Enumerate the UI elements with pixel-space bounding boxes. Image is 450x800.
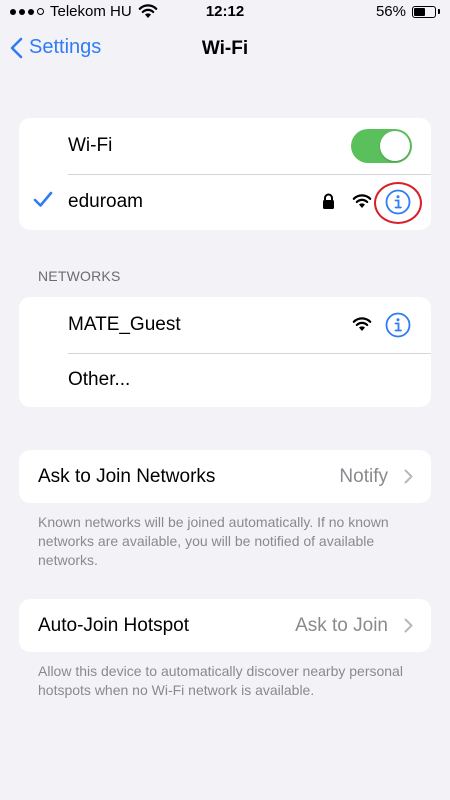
highlight-annotation-circle (374, 182, 422, 224)
networks-section-header: NETWORKS (38, 268, 121, 284)
auto-join-row[interactable]: Auto-Join Hotspot Ask to Join (19, 599, 431, 652)
auto-join-footnote: Allow this device to automatically disco… (38, 663, 403, 698)
status-right: 56% (376, 3, 440, 20)
network-name: Other... (68, 369, 131, 390)
networks-card: MATE_Guest Other... (19, 297, 431, 407)
wifi-signal-icon (352, 194, 372, 208)
network-name: MATE_Guest (68, 314, 181, 335)
wifi-toggle[interactable] (351, 129, 412, 163)
ask-to-join-card: Ask to Join Networks Notify (19, 450, 431, 503)
lock-icon (323, 193, 334, 209)
page-title: Wi-Fi (201, 38, 249, 59)
checkmark-icon (33, 191, 53, 207)
wifi-toggle-label: Wi-Fi (68, 135, 113, 156)
wifi-signal-icon (352, 317, 372, 331)
ask-to-join-footnote: Known networks will be joined automatica… (38, 514, 389, 568)
navigation-bar: Settings Wi-Fi (0, 26, 450, 74)
toggle-knob (380, 131, 410, 161)
ask-to-join-label: Ask to Join Networks (38, 465, 216, 487)
battery-fill (414, 7, 425, 16)
battery-percent: 56% (375, 3, 406, 20)
ask-to-join-value: Notify (339, 465, 388, 487)
auto-join-value: Ask to Join (295, 614, 388, 636)
status-bar: Telekom HU 12:12 56% (0, 0, 450, 26)
auto-join-label: Auto-Join Hotspot (38, 614, 190, 636)
network-row-other[interactable]: Other... (19, 353, 431, 407)
info-button-mate-guest[interactable] (384, 311, 412, 339)
chevron-right-icon (404, 618, 413, 633)
wifi-card: Wi-Fi eduroam (19, 118, 431, 230)
network-row-mate-guest[interactable]: MATE_Guest (19, 297, 431, 353)
connected-network-row[interactable]: eduroam (19, 174, 431, 230)
ask-to-join-row[interactable]: Ask to Join Networks Notify (19, 450, 431, 503)
connected-network-name: eduroam (68, 191, 143, 212)
battery-icon (412, 5, 436, 18)
auto-join-card: Auto-Join Hotspot Ask to Join (19, 599, 431, 652)
wifi-toggle-row: Wi-Fi (19, 118, 431, 174)
chevron-right-icon (404, 469, 413, 484)
battery-cap (438, 9, 440, 14)
